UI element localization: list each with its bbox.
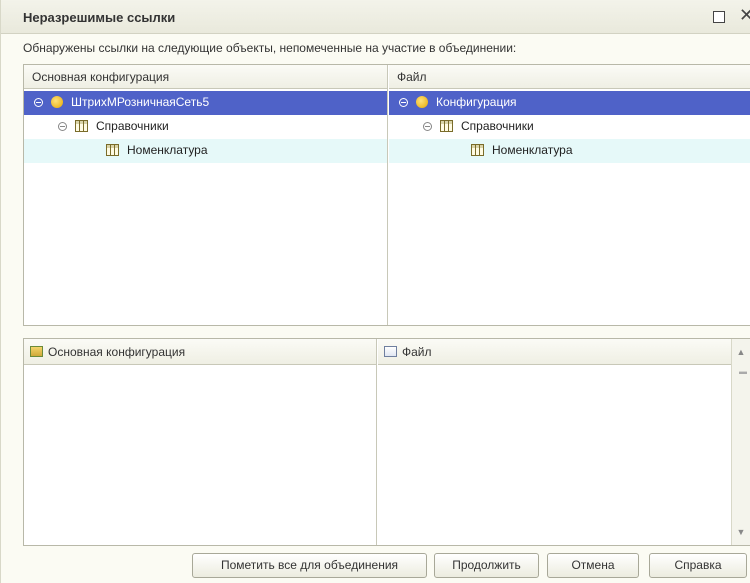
file-column: Файл Конфигурация Справочники Номенклату…	[389, 65, 750, 325]
tree-row[interactable]: Справочники	[389, 115, 750, 139]
catalog-icon	[440, 120, 453, 132]
tree-row[interactable]: Номенклатура	[24, 139, 387, 163]
tree-row-label: ШтрихМРозничнаяСеть5	[71, 95, 210, 109]
file-icon	[384, 346, 397, 357]
scroll-thumb[interactable]: ▬	[739, 367, 747, 376]
tree-row[interactable]: Справочники	[24, 115, 387, 139]
tree-row[interactable]: Конфигурация	[389, 91, 750, 115]
close-icon[interactable]: ✕	[739, 5, 750, 25]
scroll-down-icon[interactable]: ▼	[732, 523, 750, 541]
main-config-header[interactable]: Основная конфигурация	[24, 65, 387, 89]
catalog-icon	[75, 120, 88, 132]
dialog-title: Неразрешимые ссылки	[23, 10, 176, 25]
tree-row[interactable]: Номенклатура	[389, 139, 750, 163]
help-button[interactable]: Справка	[649, 553, 747, 578]
maximize-icon[interactable]	[713, 11, 725, 23]
file-header[interactable]: Файл	[389, 65, 750, 89]
details-main-config-header[interactable]: Основная конфигурация	[24, 339, 376, 365]
catalog-icon	[106, 144, 119, 156]
configuration-icon	[416, 96, 428, 108]
details-file-label: Файл	[402, 345, 432, 359]
collapse-icon[interactable]	[58, 121, 67, 131]
tree-row-label: Справочники	[96, 119, 169, 133]
mark-all-button[interactable]: Пометить все для объединения	[192, 553, 427, 578]
collapse-icon[interactable]	[399, 97, 408, 107]
tree-row-label: Номенклатура	[127, 143, 208, 157]
details-file-column: Файл	[378, 339, 733, 545]
tree-row-label: Справочники	[461, 119, 534, 133]
details-panel: Основная конфигурация Файл ▲ ▬ ▼	[23, 338, 750, 546]
main-config-column: Основная конфигурация ШтрихМРозничнаяСет…	[24, 65, 388, 325]
configuration-folder-icon	[30, 346, 43, 357]
configuration-icon	[51, 96, 63, 108]
vertical-scrollbar[interactable]: ▲ ▬ ▼	[731, 339, 750, 545]
collapse-icon[interactable]	[423, 121, 432, 131]
cancel-button[interactable]: Отмена	[547, 553, 639, 578]
tree-row[interactable]: ШтрихМРозничнаяСеть5	[24, 91, 387, 115]
references-tree-panel: Основная конфигурация ШтрихМРозничнаяСет…	[23, 64, 750, 326]
scroll-up-icon[interactable]: ▲	[732, 343, 750, 361]
collapse-icon[interactable]	[34, 97, 43, 107]
catalog-icon	[471, 144, 484, 156]
unresolved-links-dialog: Неразрешимые ссылки ✕ Обнаружены ссылки …	[0, 0, 750, 583]
tree-row-label: Конфигурация	[436, 95, 517, 109]
continue-button[interactable]: Продолжить	[434, 553, 539, 578]
dialog-message: Обнаружены ссылки на следующие объекты, …	[23, 41, 517, 55]
details-main-config-label: Основная конфигурация	[48, 345, 186, 359]
title-bar: Неразрешимые ссылки ✕	[1, 0, 750, 34]
tree-row-label: Номенклатура	[492, 143, 573, 157]
details-file-header[interactable]: Файл	[378, 339, 733, 365]
details-main-config-column: Основная конфигурация	[24, 339, 377, 545]
